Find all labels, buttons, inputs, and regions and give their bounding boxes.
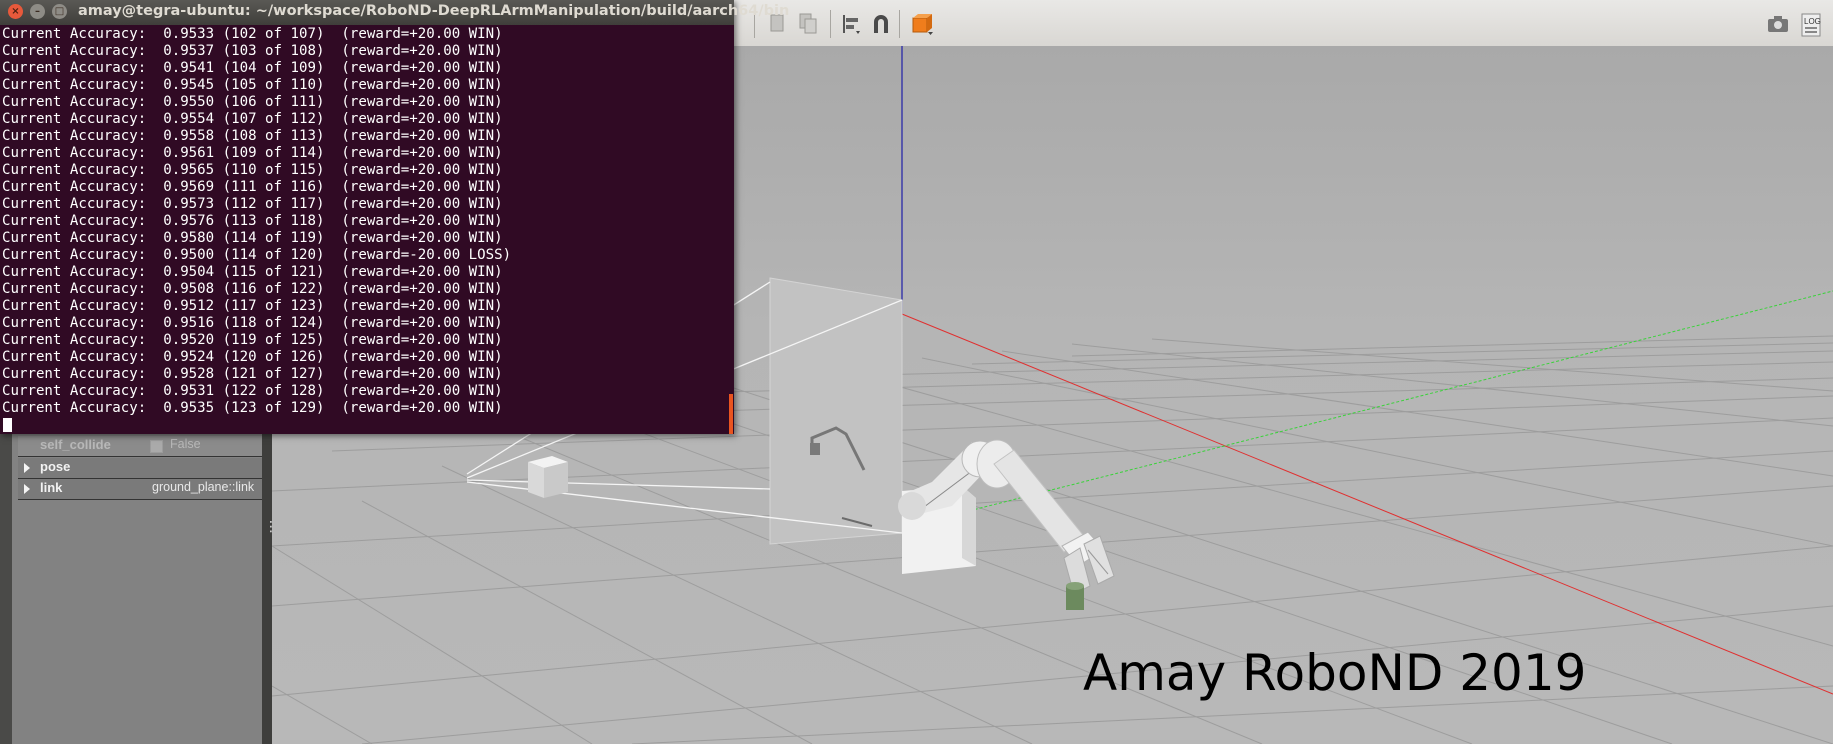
maximize-button[interactable]: □: [52, 4, 67, 19]
property-divider: [18, 499, 262, 500]
terminal-cursor: [3, 418, 12, 432]
property-row-self-collide: self_collide False: [18, 436, 262, 456]
terminal-title: amay@tegra-ubuntu: ~/workspace/RoboND-De…: [78, 3, 790, 19]
terminal-line: Current Accuracy: 0.9541 (104 of 109) (r…: [2, 60, 503, 76]
maximize-icon: □: [54, 6, 65, 17]
property-value: ground_plane::link: [152, 480, 255, 494]
minimize-button[interactable]: –: [30, 4, 45, 19]
minimize-icon: –: [35, 6, 40, 17]
screenshot-icon[interactable]: [1766, 12, 1790, 36]
close-button[interactable]: ×: [8, 4, 23, 19]
terminal-scrollbar[interactable]: [729, 394, 733, 434]
terminal-line: Current Accuracy: 0.9524 (120 of 126) (r…: [2, 349, 503, 365]
terminal-line: Current Accuracy: 0.9550 (106 of 111) (r…: [2, 94, 503, 110]
terminal-line: Current Accuracy: 0.9554 (107 of 112) (r…: [2, 111, 503, 127]
toolbar-separator: [830, 10, 831, 38]
view-angle-icon[interactable]: [910, 12, 934, 36]
terminal-output[interactable]: Current Accuracy: 0.9533 (102 of 107) (r…: [2, 26, 728, 430]
property-key: link: [40, 480, 63, 495]
terminal-line: Current Accuracy: 0.9520 (119 of 125) (r…: [2, 332, 503, 348]
property-key: pose: [40, 459, 71, 474]
terminal-line: Current Accuracy: 0.9533 (102 of 107) (r…: [2, 26, 503, 42]
terminal-line: Current Accuracy: 0.9569 (111 of 116) (r…: [2, 179, 503, 195]
terminal-line: Current Accuracy: 0.9580 (114 of 119) (r…: [2, 230, 503, 246]
terminal-line: Current Accuracy: 0.9565 (110 of 115) (r…: [2, 162, 503, 178]
terminal-line: Current Accuracy: 0.9528 (121 of 127) (r…: [2, 366, 503, 382]
log-icon[interactable]: LOG: [1799, 12, 1823, 37]
terminal-line: Current Accuracy: 0.9537 (103 of 108) (r…: [2, 43, 503, 59]
terminal-line: Current Accuracy: 0.9561 (109 of 114) (r…: [2, 145, 503, 161]
terminal-line: Current Accuracy: 0.9516 (118 of 124) (r…: [2, 315, 503, 331]
terminal-line: Current Accuracy: 0.9576 (113 of 118) (r…: [2, 213, 503, 229]
terminal-line: Current Accuracy: 0.9573 (112 of 117) (r…: [2, 196, 503, 212]
expand-arrow-icon[interactable]: [24, 484, 30, 494]
property-value: False: [170, 437, 201, 451]
terminal-line: Current Accuracy: 0.9508 (116 of 122) (r…: [2, 281, 503, 297]
terminal-line: Current Accuracy: 0.9512 (117 of 123) (r…: [2, 298, 503, 314]
property-row-link[interactable]: link ground_plane::link: [18, 479, 262, 499]
terminal-window[interactable]: × – □ amay@tegra-ubuntu: ~/workspace/Rob…: [0, 0, 789, 434]
terminal-titlebar[interactable]: × – □ amay@tegra-ubuntu: ~/workspace/Rob…: [0, 0, 789, 25]
camera-model: [528, 456, 568, 498]
terminal-line: Current Accuracy: 0.9504 (115 of 121) (r…: [2, 264, 503, 280]
property-row-pose[interactable]: pose: [18, 458, 262, 478]
robot-arm: [898, 439, 1115, 610]
property-key: self_collide: [40, 437, 111, 452]
close-icon: ×: [11, 6, 20, 17]
align-icon[interactable]: [840, 12, 864, 36]
terminal-line: Current Accuracy: 0.9500 (114 of 120) (r…: [2, 247, 512, 263]
toolbar-separator: [899, 10, 900, 38]
checkbox-icon[interactable]: [150, 440, 163, 453]
terminal-line: Current Accuracy: 0.9535 (123 of 129) (r…: [2, 400, 503, 416]
property-divider: [18, 456, 262, 457]
snap-icon[interactable]: [869, 12, 893, 36]
terminal-line: Current Accuracy: 0.9545 (105 of 110) (r…: [2, 77, 503, 93]
terminal-line: Current Accuracy: 0.9558 (108 of 113) (r…: [2, 128, 503, 144]
log-label: LOG: [1804, 17, 1821, 26]
expand-arrow-icon[interactable]: [24, 463, 30, 473]
watermark-text: Amay RoboND 2019: [1083, 644, 1587, 702]
paste-icon[interactable]: [797, 12, 821, 36]
terminal-line: Current Accuracy: 0.9531 (122 of 128) (r…: [2, 383, 503, 399]
